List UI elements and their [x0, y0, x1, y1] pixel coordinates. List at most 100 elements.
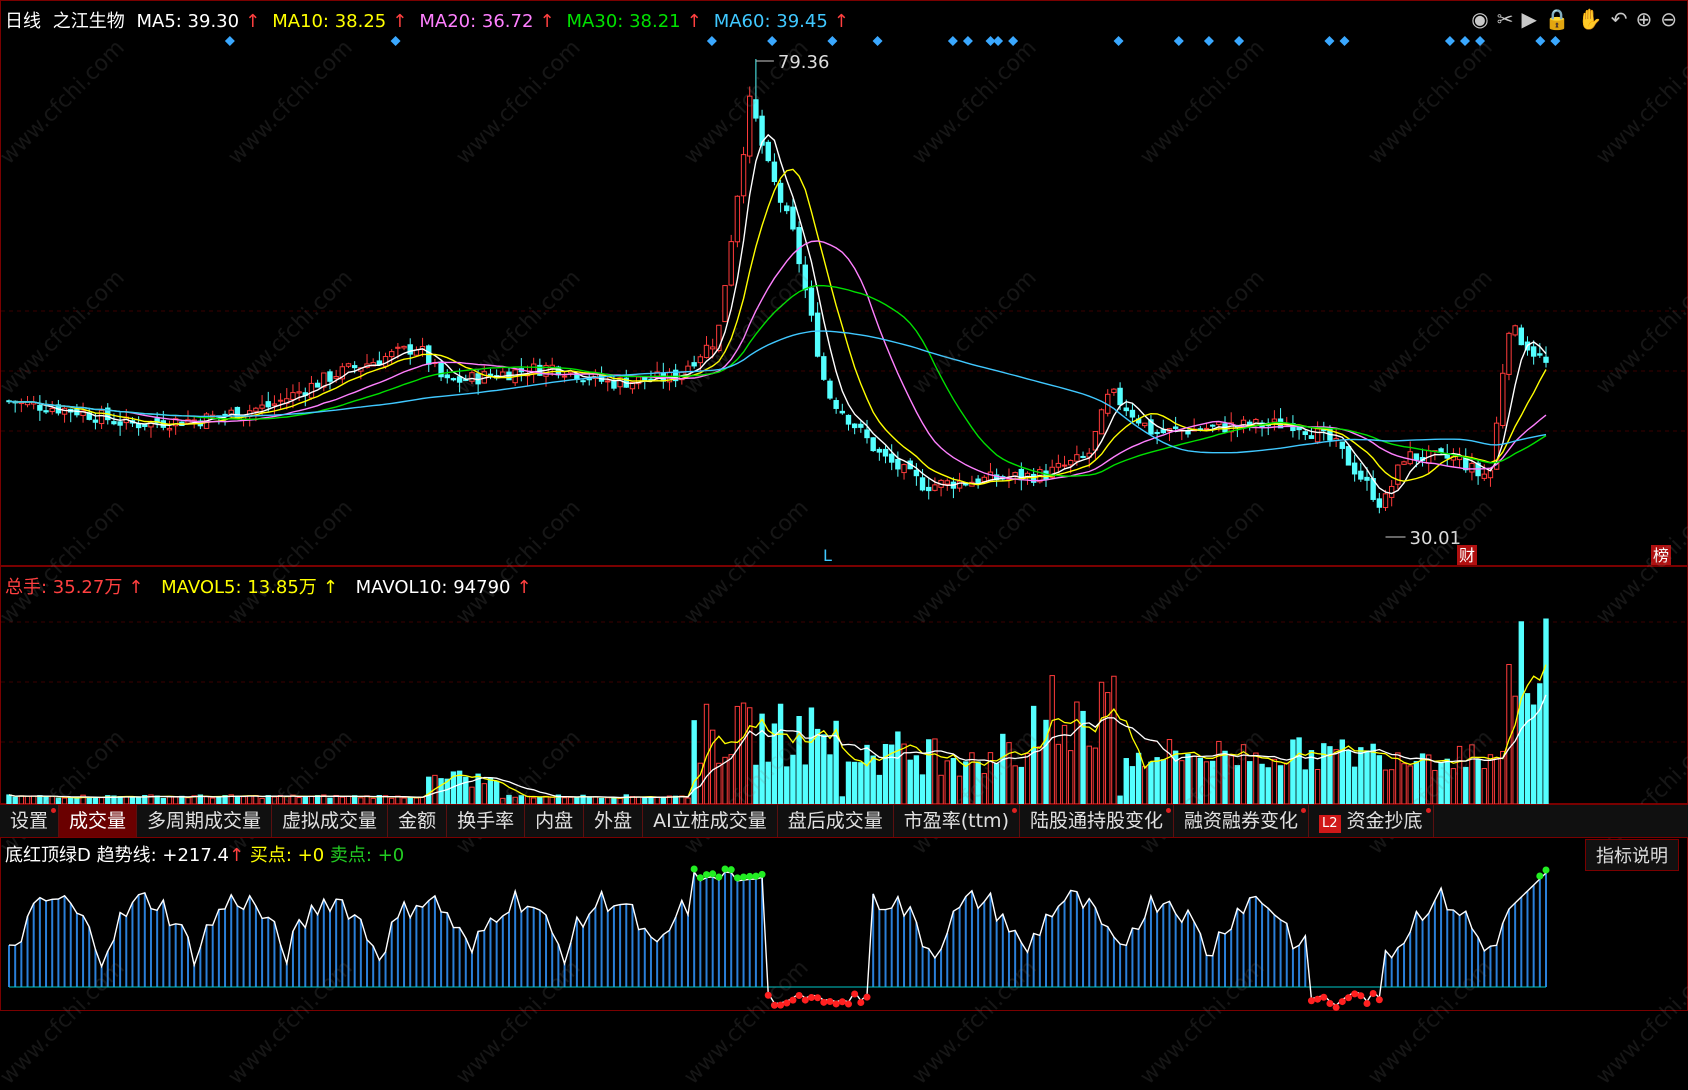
indicator-sell: 卖点: +0: [329, 845, 405, 866]
bottom-red-dot-icon: [1369, 990, 1377, 998]
tab-12[interactable]: 融资融券变化: [1174, 805, 1310, 837]
volume-bar: [932, 738, 938, 805]
candle: [321, 372, 327, 392]
volume-bar: [543, 795, 549, 805]
volume-chart[interactable]: [1, 567, 1688, 805]
volume-bar: [1154, 757, 1160, 805]
tab-0[interactable]: 设置: [0, 805, 60, 837]
bottom-red-dot-icon: [826, 998, 834, 1006]
volume-bar: [1098, 681, 1105, 805]
candle: [209, 410, 216, 419]
volume-bar: [845, 761, 852, 805]
candle: [876, 447, 883, 461]
volume-bar: [240, 796, 247, 805]
hand-icon[interactable]: ✋: [1578, 7, 1603, 31]
tab-3[interactable]: 虚拟成交量: [272, 805, 389, 837]
candle: [444, 369, 450, 384]
kline-chart[interactable]: 79.36 30.01 L 财 榜: [1, 1, 1688, 567]
candle: [1092, 430, 1099, 460]
play-icon[interactable]: ▶: [1522, 7, 1537, 31]
tab-7[interactable]: 外盘: [584, 805, 644, 837]
bottom-red-dot-icon: [795, 992, 803, 1000]
volume-bar: [43, 796, 49, 805]
tab-10[interactable]: 市盈率(ttm): [894, 805, 1020, 837]
bottom-red-dot-icon: [1326, 999, 1334, 1007]
bottom-red-dot-icon: [844, 1000, 852, 1008]
volume-panel[interactable]: 总手: 35.27万 ↑ MAVOL5: 13.85万 ↑ MAVOL10: 947…: [0, 566, 1688, 805]
volume-bar: [1030, 705, 1037, 805]
tab-4[interactable]: 金额: [388, 805, 448, 837]
tab-9[interactable]: 盘后成交量: [778, 805, 894, 837]
candle: [43, 400, 49, 415]
candle: [450, 377, 457, 382]
volume-bar: [1160, 759, 1166, 805]
volume-bar: [660, 796, 667, 805]
volume-bar: [1530, 704, 1537, 805]
tab-dot-icon: [1301, 808, 1307, 813]
kline-panel[interactable]: 79.36 30.01 L 财 榜 日线 之江生物 MA5: 39.30 ↑ MA10: 3…: [0, 0, 1688, 566]
volume-bar: [1438, 762, 1444, 805]
volume-bar: [740, 702, 747, 805]
volume-bar: [1142, 765, 1148, 805]
volume-bar: [963, 761, 969, 805]
volume-bar: [1382, 769, 1389, 805]
zoom-in-icon[interactable]: ⊕: [1635, 7, 1652, 31]
volume-bar: [1419, 753, 1426, 805]
tab-5[interactable]: 换手率: [447, 805, 526, 837]
candle: [629, 381, 636, 394]
tab-label: 盘后成交量: [787, 810, 883, 832]
candle: [314, 379, 321, 388]
candle: [1500, 363, 1506, 429]
bottom-red-dot-icon: [1307, 997, 1315, 1005]
ma-legend-item: MA30: 38.21 ↑: [566, 11, 702, 32]
volume-bar: [1450, 768, 1457, 805]
lock-icon[interactable]: 🔒: [1545, 7, 1570, 31]
volume-bar: [1117, 795, 1123, 805]
undo-icon[interactable]: ↶: [1611, 7, 1628, 31]
bottom-red-dot-icon: [764, 991, 772, 999]
volume-bar: [747, 707, 753, 805]
candle: [833, 397, 839, 414]
tab-2[interactable]: 多周期成交量: [137, 805, 273, 837]
tab-label: AI立桩成交量: [653, 810, 767, 832]
tab-13[interactable]: L2 资金抄底: [1309, 805, 1434, 837]
bottom-red-dot-icon: [789, 996, 797, 1004]
tab-6[interactable]: 内盘: [525, 805, 585, 837]
indicator-panel[interactable]: 底红顶绿D 趋势线: +217.4↑ 买点: +0 卖点: +0 指标说明: [0, 836, 1688, 1011]
scissors-icon[interactable]: ✂: [1497, 7, 1514, 31]
volume-bar: [858, 762, 864, 805]
bottom-red-dot-icon: [1363, 1000, 1371, 1008]
volume-bar: [635, 796, 642, 805]
volume-bar: [993, 763, 1000, 805]
volume-bar: [876, 774, 883, 805]
zoom-out-icon[interactable]: ⊖: [1660, 7, 1677, 31]
tab-1[interactable]: 成交量: [59, 805, 138, 837]
ma-legend-item: MA5: 39.30 ↑: [136, 11, 261, 32]
candle: [975, 475, 981, 489]
top-green-dot-icon: [727, 866, 735, 874]
tab-8[interactable]: AI立桩成交量: [643, 805, 778, 837]
marker-bang[interactable]: 榜: [1653, 546, 1669, 565]
candle: [55, 399, 62, 416]
eye-icon[interactable]: ◉: [1471, 7, 1488, 31]
volume-bar: [1111, 675, 1117, 805]
candle: [753, 59, 759, 122]
marker-cai[interactable]: 财: [1459, 546, 1475, 565]
bottom-red-dot-icon: [851, 990, 859, 998]
volume-bar: [1543, 618, 1549, 805]
tab-dot-icon: [1011, 808, 1017, 813]
volume-bar: [1302, 769, 1308, 805]
stock-name: 之江生物: [52, 11, 125, 32]
volume-bar: [1074, 701, 1080, 805]
bottom-red-dot-icon: [801, 996, 809, 1004]
tab-11[interactable]: 陆股通持股变化: [1020, 805, 1174, 837]
volume-bar: [271, 796, 278, 805]
candle: [938, 478, 944, 497]
indicator-help-button[interactable]: 指标说明: [1585, 839, 1679, 871]
candle: [290, 384, 296, 409]
candle: [339, 362, 346, 384]
volume-bar: [1351, 766, 1358, 805]
signal-diamond-icon: [1008, 36, 1019, 46]
candle: [1055, 454, 1062, 472]
bottom-red-dot-icon: [770, 1001, 778, 1009]
